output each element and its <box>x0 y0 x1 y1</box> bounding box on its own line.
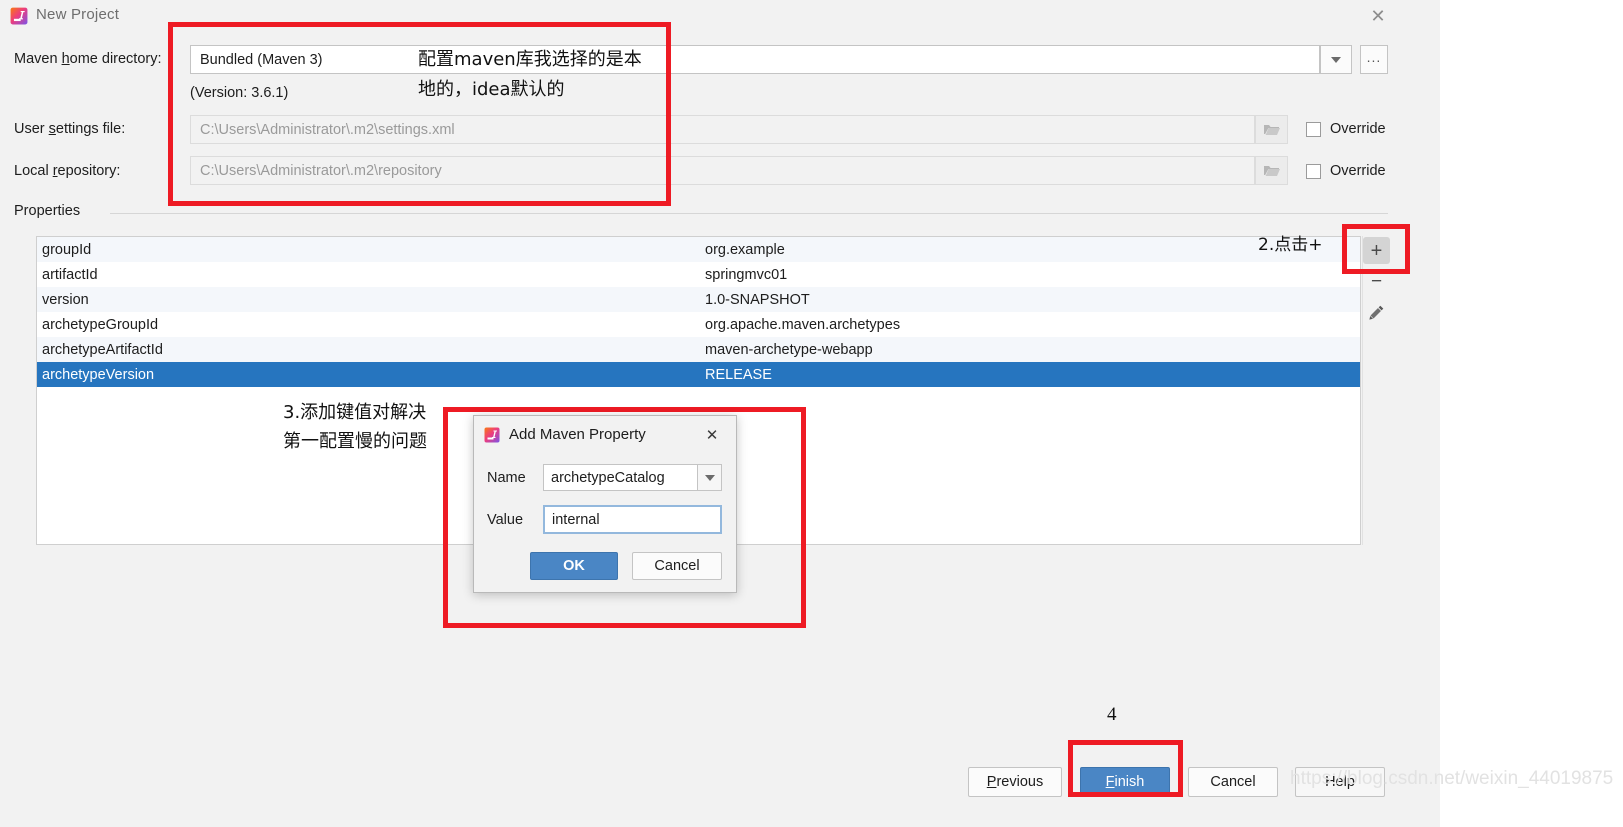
table-row[interactable]: archetypeGroupId org.apache.maven.archet… <box>37 312 1360 337</box>
edit-property-button[interactable] <box>1363 299 1390 326</box>
checkbox-box <box>1306 121 1321 137</box>
add-maven-property-dialog: Add Maven Property ✕ Name archetypeCatal… <box>473 415 737 593</box>
annotation-add-kv-line2: 第一配置慢的问题 <box>283 431 427 452</box>
property-key: archetypeGroupId <box>42 316 159 333</box>
maven-home-combo[interactable]: Bundled (Maven 3) <box>190 45 1320 74</box>
dialog-title: New Project <box>36 6 120 23</box>
dialog-titlebar: New Project ✕ <box>0 0 1440 33</box>
user-settings-override-checkbox[interactable]: Override <box>1306 121 1386 137</box>
table-row[interactable]: artifactId springmvc01 <box>37 262 1360 287</box>
property-key: groupId <box>42 241 92 258</box>
properties-group-title: Properties <box>14 203 89 219</box>
user-settings-label-post: ettings file: <box>55 121 126 137</box>
screenshot-root: New Project ✕ Maven home directory: Bund… <box>0 0 1623 827</box>
name-label: Name <box>487 470 526 486</box>
modal-titlebar: Add Maven Property <box>484 426 646 443</box>
minus-icon: − <box>1370 271 1383 292</box>
property-key: archetypeVersion <box>42 366 155 383</box>
properties-group-divider <box>110 213 1388 214</box>
property-value: org.apache.maven.archetypes <box>705 316 901 333</box>
property-value: 1.0-SNAPSHOT <box>705 291 810 308</box>
user-settings-override-label: Override <box>1330 121 1386 137</box>
finish-button[interactable]: Finish <box>1080 767 1170 797</box>
table-row[interactable]: archetypeArtifactId maven-archetype-weba… <box>37 337 1360 362</box>
maven-home-value: Bundled (Maven 3) <box>200 51 323 68</box>
chevron-down-icon <box>704 474 715 481</box>
maven-home-label-pre: Maven <box>14 51 62 67</box>
user-settings-label-accel: s <box>48 121 56 137</box>
local-repository-override-checkbox[interactable]: Override <box>1306 163 1386 179</box>
property-key: version <box>42 291 89 308</box>
folder-icon <box>1263 165 1280 176</box>
cancel-button[interactable]: Cancel <box>1188 767 1278 797</box>
local-repository-label-pre: Local <box>14 163 53 179</box>
maven-home-label: Maven home directory: <box>14 51 162 67</box>
annotation-click-plus: 2.点击+ <box>1258 235 1323 255</box>
properties-table-toolbar: + − <box>1362 236 1390 545</box>
user-settings-label: User settings file: <box>14 121 125 137</box>
modal-title-text: Add Maven Property <box>509 426 646 443</box>
property-value: RELEASE <box>705 366 772 383</box>
pencil-icon <box>1369 305 1384 320</box>
maven-version-note: (Version: 3.6.1) <box>190 85 289 101</box>
close-icon[interactable]: ✕ <box>1362 2 1394 30</box>
intellij-idea-icon <box>10 7 28 25</box>
chevron-down-icon <box>1331 56 1341 63</box>
name-dropdown-button[interactable] <box>697 464 722 491</box>
property-key: artifactId <box>42 266 98 283</box>
local-repository-label: Local repository: <box>14 163 120 179</box>
property-value: maven-archetype-webapp <box>705 341 873 358</box>
watermark-text: https://blog.csdn.net/weixin_44019875 <box>1290 768 1614 789</box>
table-row[interactable]: groupId org.example <box>37 237 1360 262</box>
table-row-selected[interactable]: archetypeVersion RELEASE <box>37 362 1360 387</box>
property-value: org.example <box>705 241 785 258</box>
maven-home-browse-button[interactable]: ... <box>1360 45 1388 74</box>
local-repository-override-label: Override <box>1330 163 1386 179</box>
previous-button[interactable]: Previous <box>968 767 1062 797</box>
property-value: springmvc01 <box>705 266 788 283</box>
maven-home-dropdown-button[interactable] <box>1320 45 1352 74</box>
value-label: Value <box>487 512 524 528</box>
maven-home-label-post: ome directory: <box>69 51 162 67</box>
local-repository-browse-button[interactable] <box>1255 156 1288 185</box>
modal-cancel-button[interactable]: Cancel <box>632 552 722 580</box>
value-input[interactable]: internal <box>543 505 722 534</box>
name-value: archetypeCatalog <box>551 469 665 486</box>
local-repository-value: C:\Users\Administrator\.m2\repository <box>200 162 442 179</box>
local-repository-label-post: epository: <box>57 163 121 179</box>
annotation-maven-note-line1: 配置maven库我选择的是本 <box>418 49 642 70</box>
table-row[interactable]: version 1.0-SNAPSHOT <box>37 287 1360 312</box>
maven-home-label-accel: h <box>61 51 70 67</box>
intellij-idea-icon <box>484 427 500 442</box>
annotation-step-four: 4 <box>1107 704 1117 725</box>
user-settings-browse-button[interactable] <box>1255 115 1288 144</box>
name-input[interactable]: archetypeCatalog <box>543 464 698 491</box>
user-settings-input[interactable]: C:\Users\Administrator\.m2\settings.xml <box>190 115 1255 144</box>
user-settings-value: C:\Users\Administrator\.m2\settings.xml <box>200 121 455 138</box>
local-repository-input[interactable]: C:\Users\Administrator\.m2\repository <box>190 156 1255 185</box>
plus-icon: + <box>1370 239 1383 262</box>
finish-label: Finish <box>1105 774 1145 790</box>
value-value: internal <box>552 511 600 528</box>
annotation-add-kv-line1: 3.添加键值对解决 <box>283 402 427 423</box>
folder-icon <box>1263 124 1280 135</box>
user-settings-label-pre: User <box>14 121 49 137</box>
previous-label: Previous <box>986 774 1044 790</box>
checkbox-box <box>1306 163 1321 179</box>
remove-property-button[interactable]: − <box>1363 268 1390 295</box>
modal-close-icon[interactable]: ✕ <box>702 425 722 445</box>
modal-ok-button[interactable]: OK <box>530 552 618 580</box>
new-project-dialog: New Project ✕ Maven home directory: Bund… <box>0 0 1440 827</box>
add-property-button[interactable]: + <box>1363 237 1390 264</box>
property-key: archetypeArtifactId <box>42 341 163 358</box>
annotation-maven-note-line2: 地的，idea默认的 <box>418 79 565 100</box>
